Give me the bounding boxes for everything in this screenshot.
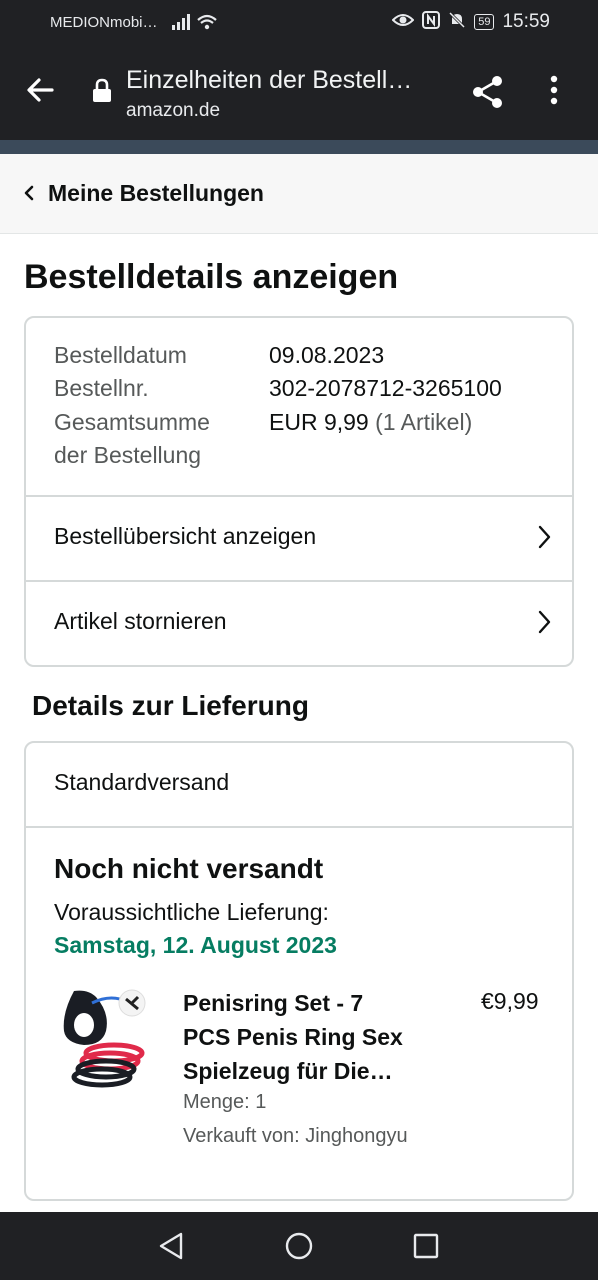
eye-icon <box>391 12 415 32</box>
order-number-label: Bestellnr. <box>54 375 149 401</box>
product-title-line: Spielzeug für Die… <box>183 1058 393 1084</box>
delivery-section-title: Details zur Lieferung <box>32 690 309 721</box>
shipment-status: Noch nicht versandt <box>54 853 324 884</box>
order-summary-card: Bestelldatum 09.08.2023 Bestellnr. 302-2… <box>24 316 574 667</box>
order-total-label-line2: der Bestellung <box>54 442 202 468</box>
divider <box>26 826 572 828</box>
page-url-title[interactable]: Einzelheiten der Bestell… <box>126 66 412 95</box>
order-total-items: (1 Artikel) <box>375 409 473 435</box>
view-order-summary-link[interactable]: Bestellübersicht anzeigen <box>26 496 572 580</box>
product-quantity: Menge: 1 <box>183 1091 267 1113</box>
delivery-card: Standardversand Noch nicht versandt Vora… <box>24 741 574 1201</box>
page-title: Bestelldetails anzeigen <box>24 258 399 296</box>
product-title-link[interactable]: Penisring Set - 7 PCS Penis Ring Sex Spi… <box>183 986 458 1088</box>
carrier-name: MEDIONmobi… <box>50 14 158 31</box>
nav-home-icon[interactable] <box>284 1230 314 1267</box>
lock-icon[interactable] <box>92 78 112 109</box>
order-number-value: 302-2078712-3265100 <box>269 375 502 401</box>
order-total-amount: EUR 9,99 <box>269 409 369 435</box>
order-date-value: 09.08.2023 <box>269 342 385 368</box>
nfc-icon <box>422 11 441 33</box>
chevron-right-icon <box>536 609 552 640</box>
chevron-right-icon <box>536 524 552 555</box>
breadcrumb[interactable]: Meine Bestellungen <box>0 154 598 234</box>
product-price: €9,99 <box>481 988 539 1014</box>
signal-wifi-icons <box>172 12 220 36</box>
status-bar: MEDIONmobi… 59 15:59 <box>0 0 598 44</box>
nav-recents-icon[interactable] <box>412 1230 440 1267</box>
breadcrumb-label[interactable]: Meine Bestellungen <box>48 180 264 207</box>
chevron-left-icon <box>22 182 36 209</box>
delivery-estimate-label: Voraussichtliche Lieferung: <box>54 899 329 925</box>
browser-toolbar: Einzelheiten der Bestell… amazon.de <box>0 44 598 140</box>
cancel-items-label: Artikel stornieren <box>54 608 227 634</box>
product-image[interactable] <box>52 983 162 1093</box>
cancel-items-link[interactable]: Artikel stornieren <box>26 581 572 665</box>
system-nav-bar <box>0 1212 598 1280</box>
product-seller: Verkauft von: Jinghongyu <box>183 1125 408 1147</box>
battery-indicator: 59 <box>474 14 495 30</box>
nav-back-icon[interactable] <box>157 1230 185 1267</box>
order-total-label: Gesamtsumme <box>54 409 210 435</box>
order-date-label: Bestelldatum <box>54 342 187 368</box>
back-arrow-icon[interactable] <box>24 74 56 111</box>
header-strip <box>0 140 598 154</box>
product-title-line: PCS Penis Ring Sex <box>183 1024 403 1050</box>
more-vert-icon[interactable] <box>548 74 560 111</box>
shipping-method: Standardversand <box>54 769 230 795</box>
url-domain[interactable]: amazon.de <box>126 100 220 122</box>
share-icon[interactable] <box>470 74 506 115</box>
order-total-value: EUR 9,99 (1 Artikel) <box>269 409 472 436</box>
clock: 15:59 <box>502 11 550 32</box>
delivery-estimate-date: Samstag, 12. August 2023 <box>54 932 337 958</box>
product-title-line: Penisring Set - 7 <box>183 990 364 1016</box>
view-order-summary-label: Bestellübersicht anzeigen <box>54 523 317 549</box>
mute-bell-icon <box>448 11 466 33</box>
